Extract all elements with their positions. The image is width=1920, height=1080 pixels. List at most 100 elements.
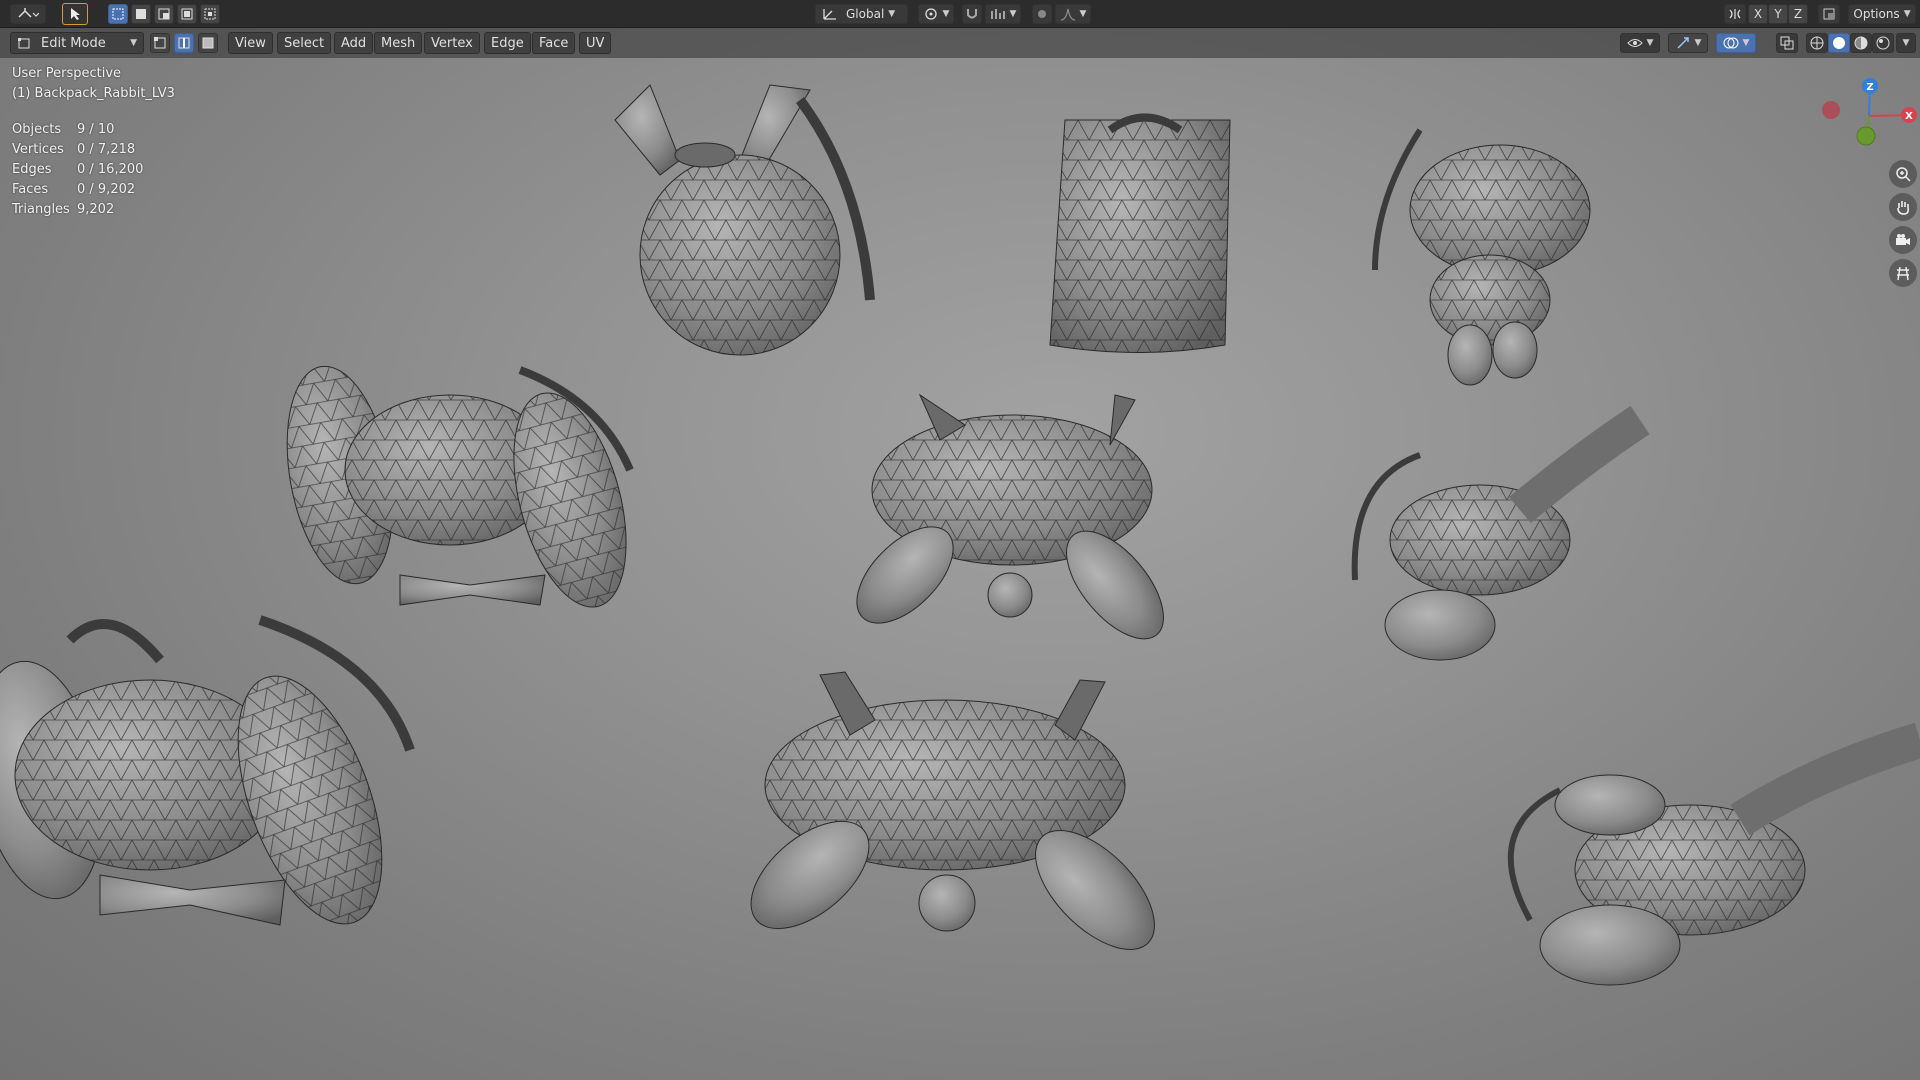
menu-mesh-label: Mesh bbox=[381, 35, 416, 51]
gizmo-toggle[interactable]: ▼ bbox=[1668, 33, 1708, 53]
menu-view-label: View bbox=[235, 35, 266, 51]
camera-view-button[interactable] bbox=[1889, 226, 1917, 254]
material-shading-icon bbox=[1854, 36, 1868, 50]
shading-options-dropdown[interactable]: ▼ bbox=[1896, 33, 1916, 53]
shading-material[interactable] bbox=[1850, 33, 1872, 53]
chevron-down-icon: ▼ bbox=[888, 9, 896, 19]
navigation-gizmo[interactable]: Z X bbox=[1810, 70, 1920, 150]
face-select-mode[interactable] bbox=[198, 33, 218, 53]
hand-icon bbox=[1897, 201, 1909, 215]
stat-edges: Edges 0 / 16,200 bbox=[12, 159, 143, 179]
camera-icon bbox=[1896, 234, 1910, 245]
menu-face[interactable]: Face bbox=[532, 32, 576, 54]
options-dropdown[interactable]: Options ▼ bbox=[1848, 4, 1916, 24]
select-invert-icon bbox=[181, 8, 193, 20]
transform-orientation-dropdown[interactable]: Global ▼ bbox=[815, 4, 908, 24]
proportional-icon bbox=[1038, 10, 1046, 18]
mesh-backpack-square[interactable] bbox=[1049, 113, 1231, 353]
solid-shading-icon bbox=[1833, 37, 1845, 49]
mirror-y-toggle[interactable]: Y bbox=[1768, 4, 1788, 24]
stat-objects-label: Objects bbox=[12, 121, 62, 137]
viewport-header: Edit Mode ▼ View Select Add Mesh Vertex … bbox=[0, 28, 1920, 58]
menu-uv-label: UV bbox=[586, 35, 605, 51]
eye-icon bbox=[1626, 39, 1643, 47]
vertex-select-mode[interactable] bbox=[150, 33, 170, 53]
shading-rendered[interactable] bbox=[1872, 33, 1894, 53]
pivot-icon bbox=[924, 8, 937, 20]
mirror-options-button[interactable] bbox=[1724, 4, 1746, 24]
xray-toggle[interactable] bbox=[1776, 33, 1798, 53]
menu-vertex[interactable]: Vertex bbox=[424, 32, 480, 54]
mode-label: Edit Mode bbox=[41, 35, 106, 51]
menu-uv[interactable]: UV bbox=[579, 32, 612, 54]
xray-icon bbox=[1780, 36, 1794, 50]
mesh-rabbit-side[interactable] bbox=[272, 358, 647, 619]
gizmo-x-text: X bbox=[1905, 111, 1913, 122]
ortho-toggle-button[interactable] bbox=[1889, 259, 1917, 287]
axis-x-label: X bbox=[1753, 7, 1763, 21]
chevron-down-icon: ▼ bbox=[1009, 9, 1017, 19]
mesh-rabbit-large[interactable] bbox=[0, 615, 415, 943]
wireframe-shading-icon bbox=[1810, 36, 1824, 50]
shading-wireframe[interactable] bbox=[1806, 33, 1828, 53]
menu-add[interactable]: Add bbox=[334, 32, 374, 54]
mesh-rabbit-tilted-2[interactable] bbox=[1507, 722, 1920, 986]
magnet-icon bbox=[967, 9, 977, 19]
select-mode-intersect-button[interactable] bbox=[200, 4, 220, 24]
stat-vertices: Vertices 0 / 7,218 bbox=[12, 139, 143, 159]
mesh-rabbit-topdown-1[interactable] bbox=[840, 393, 1181, 655]
falloff-dropdown[interactable]: ▼ bbox=[1055, 4, 1091, 24]
mesh-objects[interactable] bbox=[0, 0, 1920, 1080]
zoom-icon bbox=[1896, 167, 1911, 182]
snap-increment-icon bbox=[990, 9, 1005, 19]
snap-target-dropdown[interactable]: ▼ bbox=[985, 4, 1021, 24]
scene-statistics: Objects 9 / 10 Vertices 0 / 7,218 Edges … bbox=[12, 119, 143, 219]
menu-view[interactable]: View bbox=[228, 32, 273, 54]
overlays-toggle[interactable]: ▼ bbox=[1716, 33, 1756, 53]
mirror-z-toggle[interactable]: Z bbox=[1788, 4, 1808, 24]
edge-mode-icon bbox=[178, 37, 190, 49]
select-mode-invert-button[interactable] bbox=[177, 4, 197, 24]
active-object-label: (1) Backpack_Rabbit_LV3 bbox=[12, 86, 175, 101]
edge-select-mode[interactable] bbox=[174, 33, 194, 53]
gizmo-icon bbox=[1677, 37, 1689, 49]
select-mode-subtract-button[interactable] bbox=[154, 4, 174, 24]
zoom-button[interactable] bbox=[1889, 160, 1917, 188]
pan-button[interactable] bbox=[1889, 193, 1917, 221]
menu-mesh[interactable]: Mesh bbox=[374, 32, 423, 54]
menu-edge[interactable]: Edge bbox=[484, 32, 531, 54]
select-mode-new-button[interactable] bbox=[108, 4, 128, 24]
stat-triangles-label: Triangles bbox=[12, 201, 70, 217]
gizmo-neg-x-handle[interactable] bbox=[1822, 101, 1840, 119]
stat-edges-value: 0 / 16,200 bbox=[77, 161, 144, 177]
stat-faces-value: 0 / 9,202 bbox=[77, 181, 136, 197]
menu-select[interactable]: Select bbox=[277, 32, 332, 54]
proportional-editing-toggle[interactable] bbox=[1032, 4, 1052, 24]
menu-face-label: Face bbox=[539, 35, 569, 51]
shading-solid[interactable] bbox=[1828, 33, 1850, 53]
mesh-rabbit-topdown-2[interactable] bbox=[732, 671, 1175, 970]
3d-viewport[interactable] bbox=[0, 0, 1920, 1080]
falloff-icon bbox=[1060, 8, 1075, 21]
stat-objects-value: 9 / 10 bbox=[77, 121, 115, 137]
mesh-rabbit-tilted-1[interactable] bbox=[1351, 405, 1650, 661]
stat-vertices-value: 0 / 7,218 bbox=[77, 141, 136, 157]
mesh-backpack-front[interactable] bbox=[614, 84, 875, 356]
mode-dropdown[interactable]: Edit Mode ▼ bbox=[10, 32, 144, 54]
pivot-point-dropdown[interactable]: ▼ bbox=[918, 4, 954, 24]
rendered-shading-icon bbox=[1876, 36, 1890, 50]
select-tool-button[interactable] bbox=[62, 3, 88, 25]
select-mode-extend-button[interactable] bbox=[131, 4, 151, 24]
menu-add-label: Add bbox=[341, 35, 367, 51]
chevron-down-icon: ▼ bbox=[942, 9, 950, 19]
gizmo-y-handle[interactable] bbox=[1856, 126, 1876, 146]
options-label: Options bbox=[1853, 7, 1900, 21]
mesh-rabbit-standing[interactable] bbox=[1372, 128, 1591, 386]
auto-merge-toggle[interactable] bbox=[1818, 4, 1840, 24]
chevron-down-icon: ▼ bbox=[1646, 38, 1654, 48]
snap-toggle[interactable] bbox=[962, 4, 982, 24]
mirror-x-toggle[interactable]: X bbox=[1748, 4, 1768, 24]
stat-edges-label: Edges bbox=[12, 161, 52, 177]
visibility-dropdown[interactable]: ▼ bbox=[1620, 33, 1660, 53]
editor-type-button[interactable] bbox=[10, 4, 46, 24]
